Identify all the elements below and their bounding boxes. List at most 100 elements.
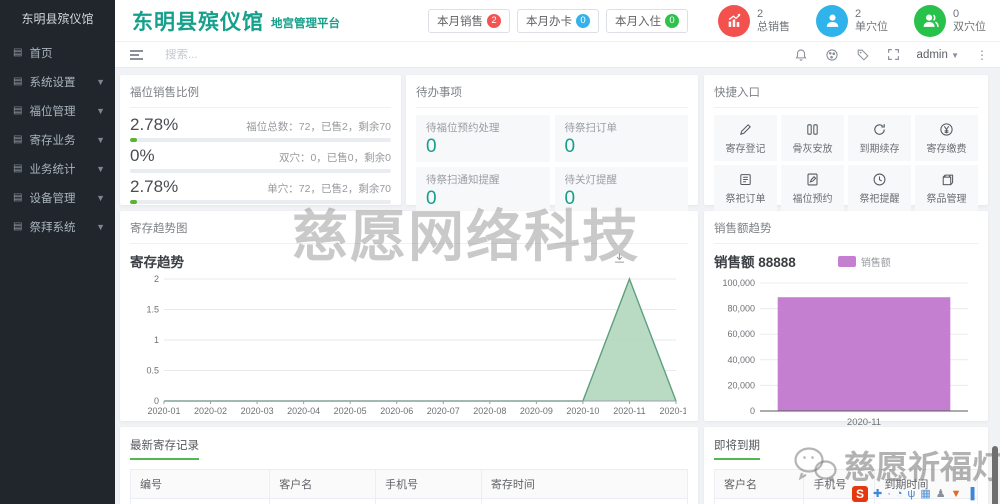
stat-value: 2	[757, 7, 764, 20]
quick-niche-reservation[interactable]: 福位预约	[781, 165, 844, 211]
sidebar-item-home[interactable]: ▤ 首页	[0, 38, 115, 67]
ratio-label: 福位总数：72，已售2，剩余70	[246, 121, 391, 133]
chart-legend: 销售额	[837, 254, 891, 269]
goods-icon	[942, 174, 954, 185]
card-title: 快捷入口	[714, 84, 978, 108]
svg-text:100,000: 100,000	[722, 278, 755, 288]
menu-grid-icon: ▤	[13, 76, 23, 87]
count-badge: 2	[487, 13, 501, 28]
card-title: 销售额趋势	[714, 220, 978, 244]
svg-text:2020-12: 2020-12	[659, 406, 686, 416]
main-header: 东明县殡仪馆 地宫管理平台 本月销售 2 本月办卡 0 本月入住 0 2 总销售	[115, 0, 1000, 42]
plus-icon[interactable]: ✚	[873, 487, 882, 501]
menu-grid-icon: ▤	[13, 163, 23, 174]
tag-icon[interactable]	[856, 48, 870, 62]
ratio-label: 单穴：72，已售2，剩余70	[267, 183, 391, 195]
quick-sacrifice-reminder[interactable]: 祭祀提醒	[848, 165, 911, 211]
todo-lamp-off-reminder[interactable]: 待关灯提醒 0	[554, 167, 688, 214]
customer-name: 上官童	[713, 498, 805, 504]
quick-sacrifice-orders[interactable]: 祭祀订单	[714, 165, 777, 211]
deposit-trend-card: 寄存趋势图 寄存趋势 0 0.5 1 1.5 2 2020-01 2020-02 2020-0…	[120, 211, 698, 421]
more-menu-icon[interactable]: ⋮	[976, 48, 988, 62]
yen-icon	[940, 122, 953, 136]
spark-icon[interactable]: ·	[887, 487, 891, 501]
svg-text:2020-03: 2020-03	[241, 406, 274, 416]
todo-sweep-notifications[interactable]: 待祭扫通知提醒 0	[416, 167, 550, 214]
table-row: REG-186420201114144615 哈吉斯 2020-11-14 14…	[129, 498, 689, 504]
quick-entry-card: 快捷入口 寄存登记 骨灰安放 到期续存 寄存缴费 祭祀订单 福位预约 祭祀提醒 …	[704, 75, 988, 211]
svg-text:2020-08: 2020-08	[473, 406, 506, 416]
niche-sales-ratio-card: 福位销售比例 2.78% 福位总数：72，已售2，剩余70 0% 双穴：0，已售…	[120, 75, 401, 205]
download-icon[interactable]	[613, 252, 626, 270]
bell-icon[interactable]	[794, 48, 808, 62]
fullscreen-icon[interactable]	[887, 48, 900, 61]
deposit-time: 2020-11-14 14:47:30	[480, 498, 689, 504]
monthly-checkin-button[interactable]: 本月入住 0	[606, 8, 688, 33]
svg-text:2020-09: 2020-09	[520, 406, 553, 416]
sidebar-item-system-settings[interactable]: ▤ 系统设置 ▼	[0, 67, 115, 96]
svg-text:2020-01: 2020-01	[147, 406, 180, 416]
monthly-sales-button[interactable]: 本月销售 2	[428, 8, 510, 33]
sidebar-item-niche-management[interactable]: ▤ 福位管理 ▼	[0, 96, 115, 125]
sidebar-item-deposit-business[interactable]: ▤ 寄存业务 ▼	[0, 125, 115, 154]
customer-name: 哈吉斯	[269, 498, 377, 504]
keyboard-icon[interactable]: ▦	[920, 487, 930, 501]
order-icon	[740, 173, 751, 185]
svg-text:80,000: 80,000	[727, 304, 755, 314]
progress-bar	[130, 138, 391, 142]
ratio-row-single: 2.78% 单穴：72，已售2，剩余70	[130, 177, 391, 204]
todo-sweep-orders[interactable]: 待祭扫订单 0	[554, 115, 688, 162]
svg-text:2: 2	[154, 274, 159, 284]
input-method-tray: S ✚ · ◔ ψ ▦ ♟ ▼ ▐	[852, 486, 974, 502]
mic-icon[interactable]: ψ	[908, 487, 916, 501]
todo-card: 待办事项 待福位预约处理 0 待祭扫订单 0 待祭扫通知提醒 0 待关灯提醒 0	[406, 75, 698, 214]
sidebar-item-business-stats[interactable]: ▤ 业务统计 ▼	[0, 154, 115, 183]
theme-palette-icon[interactable]	[825, 48, 839, 62]
sogou-icon[interactable]: S	[852, 486, 868, 502]
todo-niche-reservation[interactable]: 待福位预约处理 0	[416, 115, 550, 162]
quick-ash-placement[interactable]: 骨灰安放	[781, 115, 844, 161]
chevron-down-icon: ▼	[96, 76, 105, 87]
ratio-row-double: 0% 双穴：0，已售0，剩余0	[130, 146, 391, 173]
quick-renewal[interactable]: 到期续存	[848, 115, 911, 161]
svg-text:2020-11: 2020-11	[613, 406, 645, 416]
chevron-down-icon: ▼	[96, 192, 105, 203]
user-menu[interactable]: admin ▼	[917, 49, 959, 61]
sales-trend-chart: 0 20,000 40,000 60,000 80,000 100,000 2020-11	[714, 271, 978, 448]
menu-grid-icon: ▤	[13, 47, 23, 58]
stat-circles: 2 总销售 2 单穴位 0 双穴位	[718, 4, 986, 37]
tab-latest-records[interactable]: 最新寄存记录	[130, 437, 199, 460]
card-title: 待办事项	[416, 84, 688, 108]
svg-text:2020-10: 2020-10	[566, 406, 599, 416]
caret-down-icon: ▼	[951, 50, 959, 60]
clock-icon[interactable]: ◔	[896, 487, 903, 501]
people-icon	[914, 4, 946, 37]
sidebar-title: 东明县殡仪馆	[21, 12, 94, 26]
tab-expiring-soon[interactable]: 即将到期	[714, 437, 760, 460]
chevron-down-icon: ▼	[96, 105, 105, 116]
ratio-label: 双穴：0，已售0，剩余0	[278, 152, 391, 164]
scrollbar-thumb[interactable]	[992, 446, 998, 504]
stat-value: 0	[953, 7, 960, 20]
bar-chart-icon	[718, 4, 750, 37]
svg-text:60,000: 60,000	[727, 329, 755, 339]
total-sales-stat: 2 总销售	[718, 4, 790, 37]
double-niche-stat: 0 双穴位	[914, 4, 986, 37]
table-header-row: 编号 客户名 手机号 寄存时间	[129, 469, 689, 499]
menu-fold-icon[interactable]	[130, 48, 143, 62]
monthly-cards-button[interactable]: 本月办卡 0	[517, 8, 599, 33]
menu-grid-icon: ▤	[13, 134, 23, 145]
quick-offerings-management[interactable]: 祭品管理	[915, 165, 978, 211]
sidebar-item-worship-system[interactable]: ▤ 祭拜系统 ▼	[0, 212, 115, 241]
svg-text:20,000: 20,000	[727, 380, 755, 390]
sidebar-item-device-management[interactable]: ▤ 设备管理 ▼	[0, 183, 115, 212]
quick-deposit-payment[interactable]: 寄存缴费	[915, 115, 978, 161]
svg-text:0.5: 0.5	[146, 366, 159, 376]
quick-deposit-register[interactable]: 寄存登记	[714, 115, 777, 161]
svg-text:0: 0	[750, 406, 755, 416]
cart-icon[interactable]: ▼	[951, 487, 962, 501]
search-input[interactable]	[165, 48, 365, 61]
person-icon[interactable]: ♟	[936, 487, 946, 501]
half-icon[interactable]: ▐	[967, 487, 975, 501]
chart-title: 寄存趋势	[130, 255, 184, 270]
